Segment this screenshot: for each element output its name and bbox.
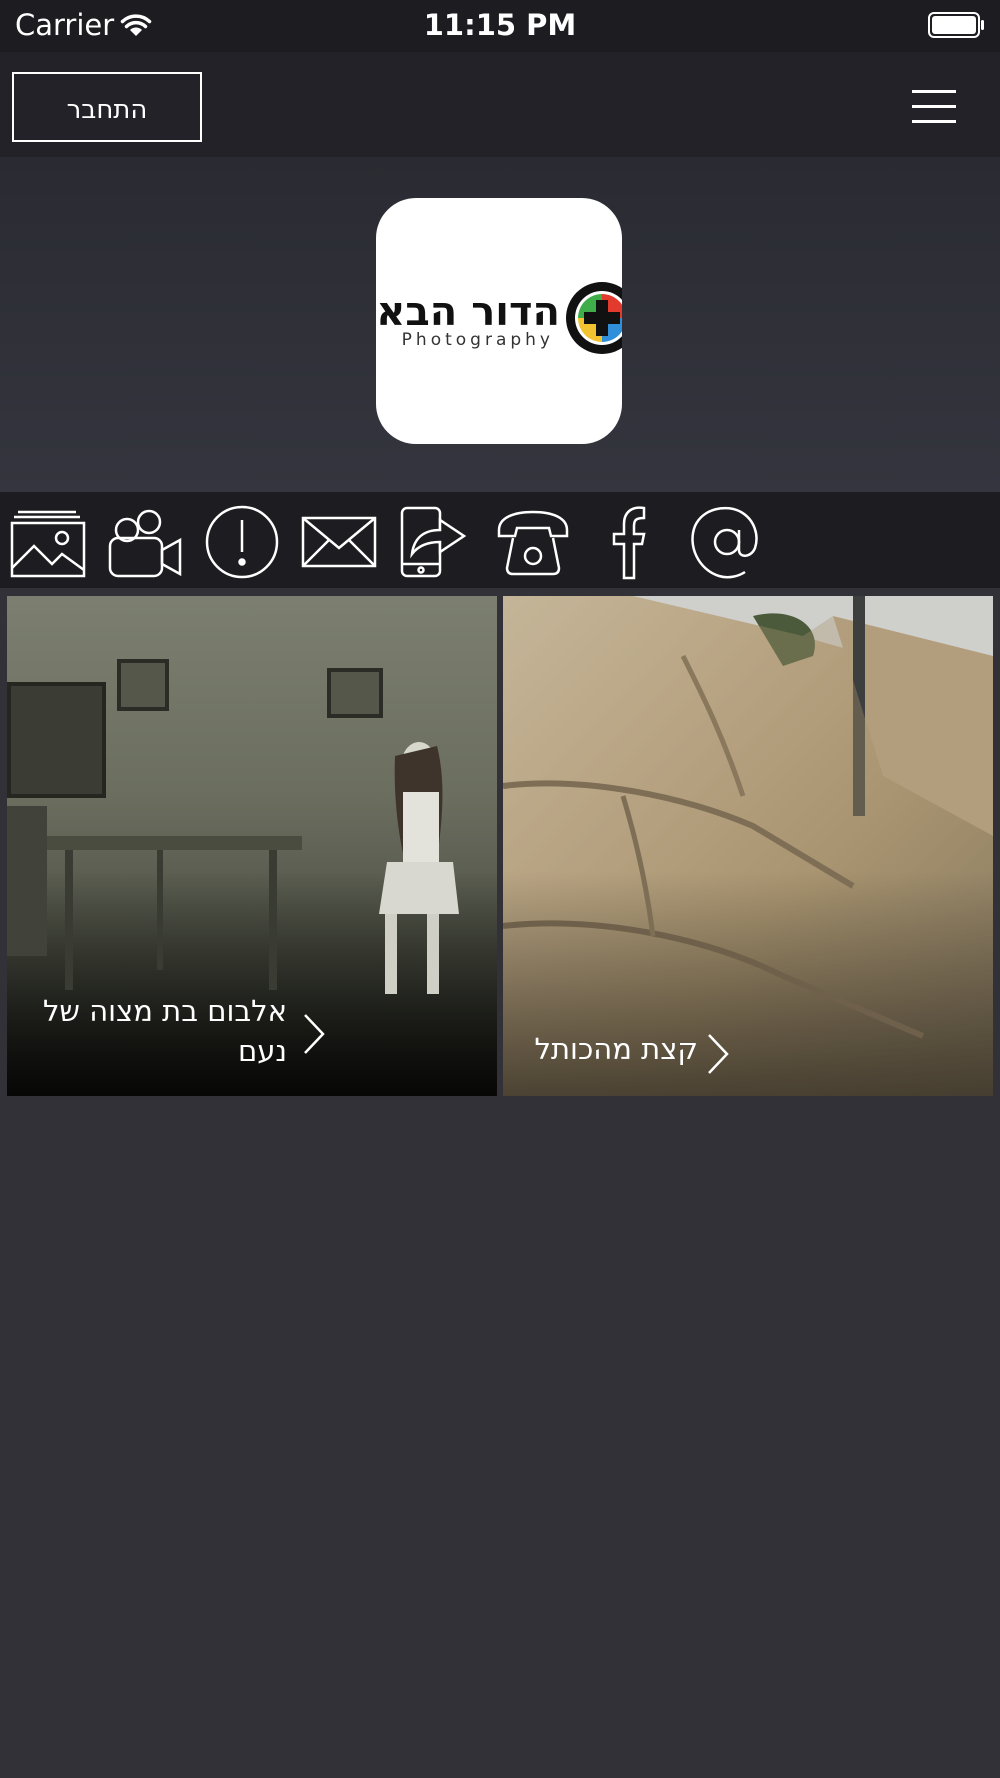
gallery-icon[interactable] xyxy=(10,504,86,580)
app-header: התחבר xyxy=(0,52,1000,157)
video-camera-icon[interactable] xyxy=(107,504,183,580)
album-card[interactable]: קצת מהכותל xyxy=(503,596,993,1096)
album-gallery: אלבום בת מצוה של נעם קצת מהכותל xyxy=(0,596,1000,1096)
info-icon[interactable] xyxy=(204,504,280,580)
status-time: 11:15 PM xyxy=(423,8,577,42)
chevron-right-icon xyxy=(304,1014,325,1054)
share-phone-icon[interactable] xyxy=(398,504,474,580)
album-cover-photo xyxy=(503,596,993,1096)
status-bar: Carrier 11:15 PM xyxy=(0,0,1000,52)
icon-toolbar xyxy=(0,492,1000,588)
hamburger-menu-icon[interactable] xyxy=(912,90,956,124)
at-sign-icon[interactable] xyxy=(689,504,765,580)
mail-icon[interactable] xyxy=(301,504,377,580)
album-card[interactable]: אלבום בת מצוה של נעם xyxy=(7,596,497,1096)
facebook-icon[interactable] xyxy=(592,504,668,580)
camera-lens-plus-icon xyxy=(566,282,622,354)
business-logo[interactable]: הדור הבא Photography xyxy=(376,198,622,444)
battery-icon xyxy=(928,12,984,38)
chevron-right-icon xyxy=(708,1034,729,1074)
album-title: אלבום בת מצוה של נעם xyxy=(42,994,287,1068)
album-title: קצת מהכותל xyxy=(534,1032,698,1066)
logo-subtext: Photography xyxy=(401,330,554,350)
logo-text: הדור הבא xyxy=(376,289,560,335)
phone-icon[interactable] xyxy=(495,504,571,580)
hero-banner: הדור הבא Photography xyxy=(0,157,1000,492)
login-button[interactable]: התחבר xyxy=(12,72,202,142)
